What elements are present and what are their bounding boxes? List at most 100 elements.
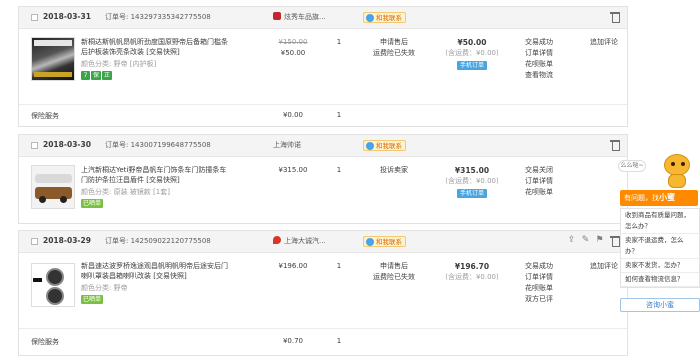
shop-name[interactable]: 上海大诚汽... [273,236,326,246]
shop-name[interactable]: 上海帅诺 [273,140,301,150]
shop-icon [273,236,281,244]
trade-status: 交易成功 订单详情 花呗账单 查看物流 [509,37,569,81]
badge-insurance-icon: 保 [91,71,102,80]
trash-icon[interactable] [610,12,620,23]
service-badges: 7保正 [81,71,113,80]
trade-status: 交易关闭 订单详情 花呗账单 [509,165,569,198]
contact-seller-button[interactable]: 和我联系 [363,12,406,23]
sale-price: ¥315.00 [278,166,308,174]
total-amount: ¥50.00 [457,38,487,47]
faq-item[interactable]: 收到商品有质量问题，怎么办？ [621,209,699,234]
trade-state: 交易关闭 [525,166,553,174]
add-review-link[interactable]: 追加评论 [574,37,634,48]
order-total: ¥196.70 (含运费：¥0.00) [431,261,513,283]
order-checkbox[interactable] [31,142,38,149]
shown-order-badge: 已晒单 [81,199,104,208]
order-item-row: 新昌速达波罗桥逸途观昌帆明帆明帝后途安后门喇叭罩装昌箱喇叭改装 [交易快照] 颜… [19,253,627,327]
shop-name[interactable]: 炫秀车品旗... [273,12,326,22]
order-number: 订单号: 143297335342775508 [105,13,211,21]
product-title[interactable]: 新昌速达波罗桥逸途观昌帆明帆明帝后途安后门喇叭罩装昌箱喇叭改装 [交易快照] [81,261,231,281]
order-date: 2018-03-31 [43,12,91,21]
product-image[interactable] [31,37,75,81]
order-item-row: 上汽新桐达Yeti野帝昌帆车门饰条车门防撞条车门防护条拉汪昌盾件 [交易快照] … [19,157,627,223]
order-checkbox[interactable] [31,14,38,21]
huabei-bill-link[interactable]: 花呗账单 [509,283,569,294]
quantity: 1 [336,262,342,270]
complain-seller-link[interactable]: 投诉卖家 [359,165,429,176]
ask-assistant-banner[interactable]: 有问题，找小蜜 [620,190,698,206]
sale-price: ¥50.00 [280,49,306,57]
huabei-bill-link[interactable]: 花呗账单 [509,187,569,198]
order-card: 2018-03-31 订单号: 143297335342775508 炫秀车品旗… [18,6,628,127]
trade-state: 交易成功 [525,38,553,46]
both-reviewed-link[interactable]: 双方已评 [509,294,569,305]
apply-after-sale-link[interactable]: 申请售后 [359,261,429,272]
wangwang-icon [366,238,374,246]
shown-badge: 已晒单 [81,199,104,208]
order-detail-link[interactable]: 订单详情 [509,48,569,59]
shipping-fee: (含运费：¥0.00) [445,273,499,281]
order-checkbox[interactable] [31,238,38,245]
badge-genuine-icon: 正 [102,71,113,80]
mobile-order-tag: 手机订单 [456,61,487,70]
faq-list: 收到商品有质量问题，怎么办？ 卖家不退运费，怎么办？ 卖家不发货，怎办？ 如何查… [620,208,700,288]
trade-state: 交易成功 [525,262,553,270]
order-card: 2018-03-29 订单号: 142509022120775508 上海大诚汽… [18,230,628,356]
faq-item[interactable]: 卖家不发货，怎办？ [621,259,699,273]
product-image[interactable] [31,165,75,209]
quantity: 1 [336,38,342,46]
faq-item[interactable]: 卖家不退运费，怎么办？ [621,234,699,259]
contact-seller-button[interactable]: 和我联系 [363,140,406,151]
contact-seller-button[interactable]: 和我联系 [363,236,406,247]
order-detail-link[interactable]: 订单详情 [509,176,569,187]
insurance-amount: ¥0.70 [282,337,304,345]
order-header: 2018-03-31 订单号: 143297335342775508 炫秀车品旗… [19,7,627,29]
insurance-row: 保险服务 ¥0.70 1 [19,328,627,356]
order-header: 2018-03-29 订单号: 142509022120775508 上海大诚汽… [19,231,627,253]
speech-bubble: 么么哒~ [618,160,646,172]
freight-insurance-status: 运费险已失效 [373,49,415,57]
huabei-bill-link[interactable]: 花呗账单 [509,59,569,70]
order-item-row: 新桐达斯帆帆昂帆昕劲度国原野帝后备箱门槛条后护板装饰亮条改装 [交易快照] 颜色… [19,29,627,103]
product-sku: 颜色分类: 野帝 [81,284,128,292]
share-icon[interactable]: ⇪ [566,235,577,246]
order-number: 订单号: 143007199648775508 [105,141,211,149]
wangwang-icon [366,14,374,22]
trash-icon[interactable] [610,140,620,151]
shipping-fee: (含运费：¥0.00) [445,49,499,57]
total-amount: ¥315.00 [454,166,490,175]
unit-price: ¥150.00 ¥50.00 [263,37,323,59]
badge-7day-icon: 7 [81,71,90,80]
shipping-fee: (含运费：¥0.00) [445,177,499,185]
after-sale-status: 申请售后 运费险已失效 [359,261,429,283]
order-number: 订单号: 142509022120775508 [105,237,211,245]
order-date: 2018-03-29 [43,236,91,245]
trade-status: 交易成功 订单详情 花呗账单 双方已评 [509,261,569,305]
order-header: 2018-03-30 订单号: 143007199648775508 上海帅诺 … [19,135,627,157]
apply-after-sale-link[interactable]: 申请售后 [359,37,429,48]
order-card: 2018-03-30 订单号: 143007199648775508 上海帅诺 … [18,134,628,224]
wangwang-icon [366,142,374,150]
order-detail-link[interactable]: 订单详情 [509,272,569,283]
product-title[interactable]: 上汽新桐达Yeti野帝昌帆车门饰条车门防撞条车门防护条拉汪昌盾件 [交易快照] [81,165,231,185]
product-image[interactable] [31,263,75,307]
freight-insurance-status: 运费险已失效 [373,273,415,281]
product-sku: 颜色分类: 原装 被镜款 [1套] [81,188,170,196]
quantity: 1 [336,166,342,174]
insurance-qty: 1 [336,111,342,119]
sale-price: ¥196.00 [278,262,308,270]
mobile-order-tag: 手机订单 [456,189,487,198]
view-logistics-link[interactable]: 查看物流 [509,70,569,81]
after-sale-status: 申请售后 运费险已失效 [359,37,429,59]
shown-order-badge: 已晒单 [81,295,104,304]
original-price: ¥150.00 [278,38,308,46]
product-title[interactable]: 新桐达斯帆帆昂帆昕劲度国原野帝后备箱门槛条后护板装饰亮条改装 [交易快照] [81,37,231,57]
flag-icon[interactable]: ⚑ [594,235,605,246]
bee-mascot-icon[interactable] [660,150,694,190]
shop-icon [273,12,281,20]
insurance-amount: ¥0.00 [282,111,304,119]
faq-item[interactable]: 如何查看物流信息？ [621,273,699,287]
consult-assistant-button[interactable]: 咨询小蜜 [620,298,700,312]
order-total: ¥50.00 (含运费：¥0.00) 手机订单 [431,37,513,71]
edit-icon[interactable]: ✎ [580,235,591,246]
